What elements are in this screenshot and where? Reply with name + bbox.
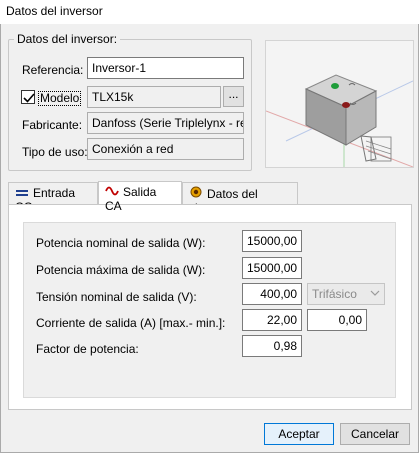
- tab-datos-sistema[interactable]: Datos del sistema: [182, 182, 298, 215]
- corriente-max-input[interactable]: 22,00: [242, 309, 302, 331]
- modelo-field: TLX15k: [87, 86, 221, 108]
- chevron-down-icon: [370, 287, 380, 302]
- potencia-maxima-label: Potencia máxima de salida (W):: [36, 263, 206, 277]
- tab-strip: Entrada CC Salida CA Datos del sistema: [8, 181, 412, 215]
- fabricante-field: Danfoss (Serie Triplelynx - red): [87, 112, 244, 134]
- corriente-min-input[interactable]: 0,00: [307, 309, 367, 331]
- accept-button[interactable]: Aceptar: [264, 423, 334, 445]
- potencia-nominal-input[interactable]: 15000,00: [242, 230, 302, 252]
- tipo-uso-field: Conexión a red: [87, 138, 244, 160]
- phase-select[interactable]: Trifásico: [307, 283, 385, 305]
- referencia-label: Referencia:: [22, 63, 84, 77]
- potencia-nominal-label: Potencia nominal de salida (W):: [36, 236, 206, 250]
- modelo-checkbox[interactable]: [21, 90, 35, 104]
- browse-model-button[interactable]: ...: [223, 86, 244, 107]
- title-bar: Datos del inversor: [0, 0, 419, 24]
- inverter-illustration: [265, 74, 414, 168]
- fabricante-label: Fabricante:: [22, 118, 83, 132]
- tab-entrada-cc[interactable]: Entrada CC: [8, 182, 98, 214]
- dc-icon: [15, 186, 29, 200]
- window-title: Datos del inversor: [6, 4, 103, 18]
- tension-nominal-input[interactable]: 400,00: [242, 283, 302, 305]
- factor-potencia-input[interactable]: 0,98: [242, 335, 302, 357]
- checkmark-icon: [23, 93, 35, 103]
- phase-select-value: Trifásico: [312, 287, 357, 301]
- corriente-label: Corriente de salida (A) [max.- min.]:: [36, 316, 226, 330]
- potencia-maxima-input[interactable]: 15000,00: [242, 257, 302, 279]
- modelo-label[interactable]: Modelo: [38, 91, 82, 106]
- tab-salida-ca[interactable]: Salida CA: [98, 181, 182, 213]
- cancel-button[interactable]: Cancelar: [340, 423, 410, 445]
- inverter-3d-preview: [265, 40, 414, 168]
- ac-wave-icon: [105, 185, 119, 199]
- tipo-uso-label: Tipo de uso:: [22, 145, 88, 159]
- factor-potencia-label: Factor de potencia:: [36, 342, 139, 356]
- group-legend: Datos del inversor:: [14, 32, 121, 46]
- system-icon: [189, 186, 203, 201]
- tension-nominal-label: Tensión nominal de salida (V):: [36, 290, 197, 304]
- referencia-input[interactable]: Inversor-1: [87, 57, 244, 79]
